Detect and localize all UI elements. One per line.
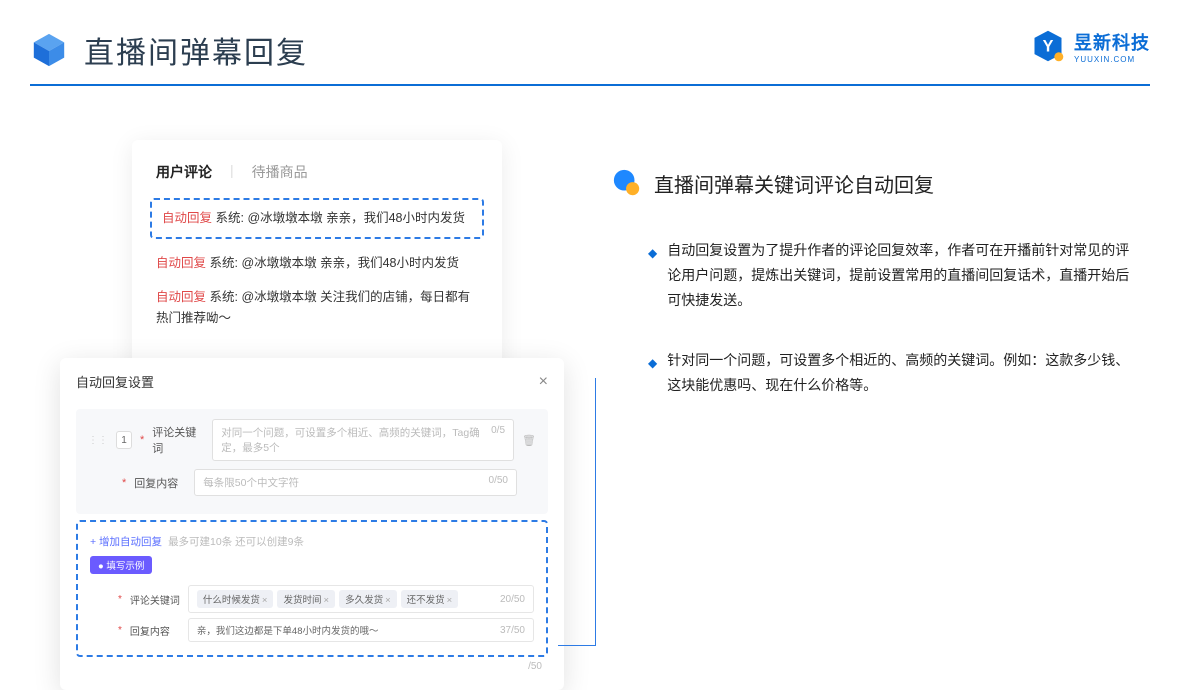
keyword-chips: 什么时候发货×发货时间×多久发货×还不发货× bbox=[197, 590, 458, 608]
section-title: 直播间弹幕关键词评论自动回复 bbox=[654, 169, 934, 198]
required-marker: * bbox=[118, 594, 122, 605]
example-content-label: 回复内容 bbox=[130, 623, 180, 638]
svg-text:Y: Y bbox=[1043, 37, 1054, 55]
example-keyword-label: 评论关键词 bbox=[130, 592, 180, 607]
comment-text: 系统: @冰墩墩本墩 亲亲，我们48小时内发货 bbox=[216, 211, 466, 225]
content-input[interactable]: 每条限50个中文字符 0/50 bbox=[194, 469, 517, 496]
example-keyword-counter: 20/50 bbox=[500, 594, 525, 605]
diamond-bullet-icon: ◆ bbox=[648, 353, 657, 398]
tab-pending-goods[interactable]: 待播商品 bbox=[252, 162, 308, 182]
bullet-item: ◆ 针对同一个问题，可设置多个相近的、高频的关键词。例如：这款多少钱、这块能优惠… bbox=[648, 348, 1132, 398]
description-section: 直播间弹幕关键词评论自动回复 ◆ 自动回复设置为了提升作者的评论回复效率，作者可… bbox=[612, 168, 1132, 432]
highlighted-comment: 自动回复 系统: @冰墩墩本墩 亲亲，我们48小时内发货 bbox=[150, 198, 484, 239]
tab-user-comments[interactable]: 用户评论 bbox=[156, 162, 212, 182]
content-counter: 0/50 bbox=[489, 475, 508, 490]
example-content-value: 亲，我们这边都是下单48小时内发货的哦～ bbox=[197, 623, 379, 637]
keyword-chip[interactable]: 还不发货× bbox=[401, 590, 459, 608]
required-marker: * bbox=[140, 434, 144, 446]
logo-cube-icon bbox=[30, 31, 68, 69]
header-divider bbox=[30, 84, 1150, 86]
comment-text: 系统: @冰墩墩本墩 亲亲，我们48小时内发货 bbox=[210, 256, 460, 270]
brand-logo-icon: Y bbox=[1030, 28, 1066, 64]
close-icon[interactable]: × bbox=[539, 373, 548, 391]
bullet-item: ◆ 自动回复设置为了提升作者的评论回复效率，作者可在开播前针对常见的评论用户问题… bbox=[648, 238, 1132, 314]
page-header: 直播间弹幕回复 Y 昱新科技 YUUXIN.COM bbox=[30, 28, 1150, 72]
brand-subtitle: YUUXIN.COM bbox=[1074, 55, 1150, 64]
comment-row: 自动回复 系统: @冰墩墩本墩 关注我们的店铺，每日都有热门推荐呦～ bbox=[156, 287, 478, 330]
keyword-chip[interactable]: 多久发货× bbox=[339, 590, 397, 608]
delete-icon[interactable]: 🗑 bbox=[522, 434, 536, 447]
auto-reply-tag: 自动回复 bbox=[156, 290, 206, 304]
example-keyword-input[interactable]: 什么时候发货×发货时间×多久发货×还不发货× 20/50 bbox=[188, 585, 534, 613]
rule-index: 1 bbox=[116, 431, 132, 449]
bullet-text: 自动回复设置为了提升作者的评论回复效率，作者可在开播前针对常见的评论用户问题，提… bbox=[667, 238, 1132, 314]
drag-handle-icon[interactable]: ⋮⋮ bbox=[88, 435, 108, 446]
tab-separator: | bbox=[230, 162, 234, 182]
auto-reply-tag: 自动回复 bbox=[156, 256, 206, 270]
keyword-input[interactable]: 对同一个问题，可设置多个相近、高频的关键词，Tag确定，最多5个 0/5 bbox=[212, 419, 514, 461]
keyword-counter: 0/5 bbox=[491, 425, 505, 455]
comment-row: 自动回复 系统: @冰墩墩本墩 亲亲，我们48小时内发货 bbox=[156, 253, 478, 274]
brand-block: Y 昱新科技 YUUXIN.COM bbox=[1030, 28, 1150, 64]
settings-title: 自动回复设置 bbox=[76, 372, 154, 391]
chat-bubble-icon bbox=[612, 168, 642, 198]
keyword-label: 评论关键词 bbox=[152, 424, 204, 456]
required-marker: * bbox=[122, 477, 126, 489]
required-marker: * bbox=[118, 625, 122, 636]
auto-reply-tag: 自动回复 bbox=[162, 211, 212, 225]
keyword-chip[interactable]: 发货时间× bbox=[277, 590, 335, 608]
add-auto-reply-link[interactable]: + 增加自动回复最多可建10条 还可以创建9条 bbox=[90, 536, 304, 548]
page-title: 直播间弹幕回复 bbox=[84, 28, 308, 72]
brand-name: 昱新科技 bbox=[1074, 29, 1150, 55]
content-label: 回复内容 bbox=[134, 475, 186, 491]
example-highlight-box: + 增加自动回复最多可建10条 还可以创建9条 ● 填写示例 * 评论关键词 什… bbox=[76, 520, 548, 657]
bullet-text: 针对同一个问题，可设置多个相近的、高频的关键词。例如：这款多少钱、这块能优惠吗、… bbox=[667, 348, 1132, 398]
example-content-input[interactable]: 亲，我们这边都是下单48小时内发货的哦～ 37/50 bbox=[188, 618, 534, 642]
keyword-chip[interactable]: 什么时候发货× bbox=[197, 590, 274, 608]
keyword-placeholder: 对同一个问题，可设置多个相近、高频的关键词，Tag确定，最多5个 bbox=[221, 425, 491, 455]
diamond-bullet-icon: ◆ bbox=[648, 243, 657, 314]
content-placeholder: 每条限50个中文字符 bbox=[203, 475, 299, 490]
auto-reply-settings-panel: 自动回复设置 × ⋮⋮ 1 * 评论关键词 对同一个问题，可设置多个相近、高频的… bbox=[60, 358, 564, 690]
example-badge: ● 填写示例 bbox=[90, 556, 152, 574]
example-content-counter: 37/50 bbox=[500, 625, 525, 636]
outer-counter: /50 bbox=[76, 657, 548, 672]
